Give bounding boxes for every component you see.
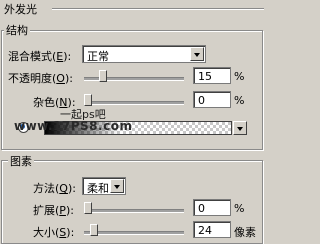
opacity-input[interactable]: 15: [193, 67, 231, 84]
opacity-label: 不透明度(O):: [8, 72, 73, 85]
method-label: 方法(Q):: [33, 182, 76, 195]
blend-mode-label: 混合模式(E):: [8, 50, 72, 63]
opacity-slider-thumb[interactable]: [99, 70, 107, 82]
noise-input[interactable]: 0: [193, 91, 231, 108]
size-label: 大小(S):: [33, 226, 75, 239]
chevron-down-icon[interactable]: [190, 47, 204, 61]
noise-slider-track[interactable]: [84, 101, 184, 105]
method-select[interactable]: 柔和: [82, 177, 126, 195]
noise-unit: %: [234, 94, 245, 107]
panel-title: 外发光: [4, 3, 37, 16]
elements-group-label: 图素: [8, 153, 34, 169]
spread-label: 扩展(P):: [33, 204, 74, 217]
title-divider: [52, 8, 264, 10]
noise-slider-thumb[interactable]: [84, 94, 92, 106]
gradient-dropdown-button[interactable]: [233, 121, 247, 135]
size-slider-track[interactable]: [84, 231, 184, 235]
watermark-url: www.17PS8.com: [14, 119, 133, 133]
blend-mode-value: 正常: [87, 50, 109, 63]
spread-unit: %: [234, 202, 245, 215]
blend-mode-select[interactable]: 正常: [82, 45, 206, 63]
spread-input[interactable]: 0: [193, 199, 231, 216]
size-unit: 像素: [234, 226, 256, 239]
size-input[interactable]: 24: [193, 221, 231, 238]
chevron-down-icon[interactable]: [110, 179, 124, 193]
opacity-unit: %: [234, 70, 245, 83]
size-slider-thumb[interactable]: [90, 224, 98, 236]
spread-slider-thumb[interactable]: [84, 202, 92, 214]
structure-group-label: 结构: [4, 22, 30, 38]
spread-slider-track[interactable]: [84, 209, 184, 213]
method-value: 柔和: [87, 182, 109, 195]
